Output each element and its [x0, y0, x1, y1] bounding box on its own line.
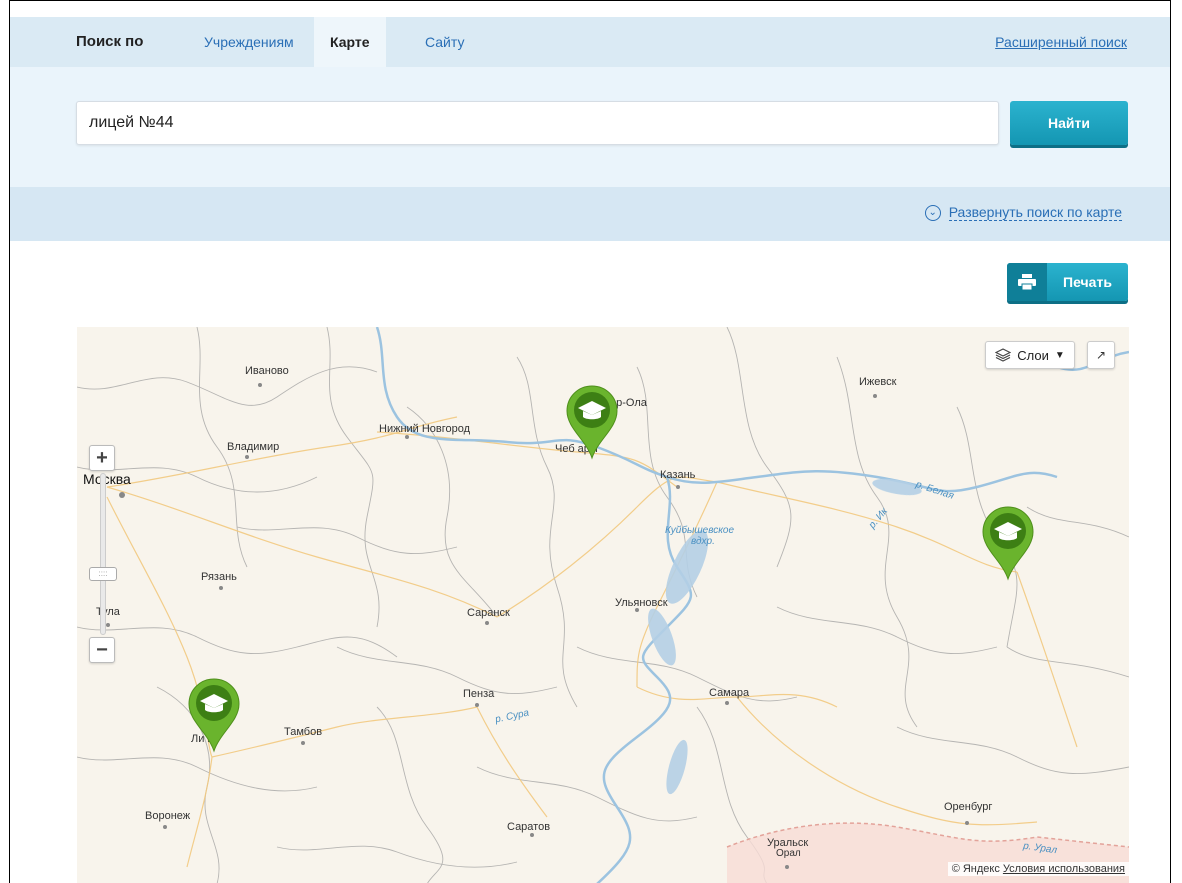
- page-frame: Поиск по Учреждениям Карте Сайту Расшире…: [9, 0, 1171, 883]
- expand-bar: ⌄ Развернуть поиск по карте: [10, 187, 1170, 241]
- city-label-kazan: Казань: [660, 469, 696, 481]
- city-label-ryazan: Рязань: [201, 571, 237, 583]
- city-label-saratov: Саратов: [507, 821, 551, 833]
- copyright-text: © Яндекс: [951, 863, 1000, 875]
- city-label-samara: Самара: [709, 687, 750, 699]
- city-label-oral: Орал: [776, 848, 801, 859]
- search-tabbar: Поиск по Учреждениям Карте Сайту Расшире…: [10, 17, 1170, 67]
- city-label-vladimir: Владимир: [227, 441, 280, 453]
- city-label-voronezh: Воронеж: [145, 810, 191, 822]
- layers-button[interactable]: Слои ▼: [985, 341, 1075, 369]
- zoom-slider-handle[interactable]: ::::: [89, 567, 117, 581]
- print-label: Печать: [1063, 274, 1112, 290]
- chevron-down-icon: ▼: [1054, 349, 1065, 361]
- map[interactable]: Иваново Ижевск Нижний Новгород ар-Ола Вл…: [77, 327, 1129, 883]
- expand-map-search-label: Развернуть поиск по карте: [948, 204, 1122, 221]
- search-by-label: Поиск по: [76, 33, 144, 50]
- city-label-nizhny-novgorod: Нижний Новгород: [379, 423, 471, 435]
- search-panel: Найти: [10, 67, 1170, 187]
- plus-icon: +: [96, 446, 108, 469]
- city-label-saransk: Саранск: [467, 607, 510, 619]
- print-button[interactable]: Печать: [1007, 263, 1128, 301]
- city-label-moscow: Москва: [83, 471, 131, 487]
- city-label-ulyanovsk: Ульяновск: [615, 597, 668, 609]
- graduation-cap-icon: [188, 678, 240, 753]
- river-label-kuibyshev-2: вдхр.: [691, 536, 715, 547]
- find-button[interactable]: Найти: [1010, 101, 1128, 145]
- graduation-cap-icon: [982, 506, 1034, 581]
- river-label-kuibyshev: Куйбышевское: [665, 525, 735, 536]
- chevron-down-icon: ⌄: [924, 204, 941, 221]
- school-map-pin[interactable]: [186, 677, 242, 753]
- tab-map[interactable]: Карте: [314, 17, 386, 67]
- tab-site[interactable]: Сайту: [409, 17, 480, 67]
- layers-label: Слои: [1017, 347, 1049, 363]
- city-label-orenburg: Оренбург: [944, 801, 993, 813]
- city-label-izhevsk: Ижевск: [859, 376, 897, 388]
- expand-map-search-link[interactable]: ⌄ Развернуть поиск по карте: [924, 204, 1122, 221]
- school-map-pin[interactable]: [980, 505, 1036, 581]
- minus-icon: −: [96, 638, 108, 661]
- search-input[interactable]: [76, 101, 999, 145]
- graduation-cap-icon: [566, 385, 618, 460]
- printer-icon: [1007, 263, 1047, 301]
- map-copyright: © Яндекс Условия использования: [947, 862, 1129, 876]
- advanced-search-link[interactable]: Расширенный поиск: [995, 17, 1127, 67]
- city-label-ivanovo: Иваново: [245, 365, 289, 377]
- zoom-out-button[interactable]: −: [89, 637, 115, 663]
- zoom-in-button[interactable]: +: [89, 445, 115, 471]
- expand-icon: ↗: [1095, 348, 1107, 362]
- fullscreen-button[interactable]: ↗: [1087, 341, 1115, 369]
- terms-of-use-link[interactable]: Условия использования: [1003, 863, 1125, 875]
- city-label-tambov: Тамбов: [284, 726, 323, 738]
- tab-institutions[interactable]: Учреждениям: [188, 17, 310, 67]
- city-label-penza: Пенза: [463, 688, 495, 700]
- layers-icon: [995, 348, 1012, 362]
- zoom-slider-track[interactable]: [100, 473, 106, 635]
- school-map-pin[interactable]: [564, 384, 620, 460]
